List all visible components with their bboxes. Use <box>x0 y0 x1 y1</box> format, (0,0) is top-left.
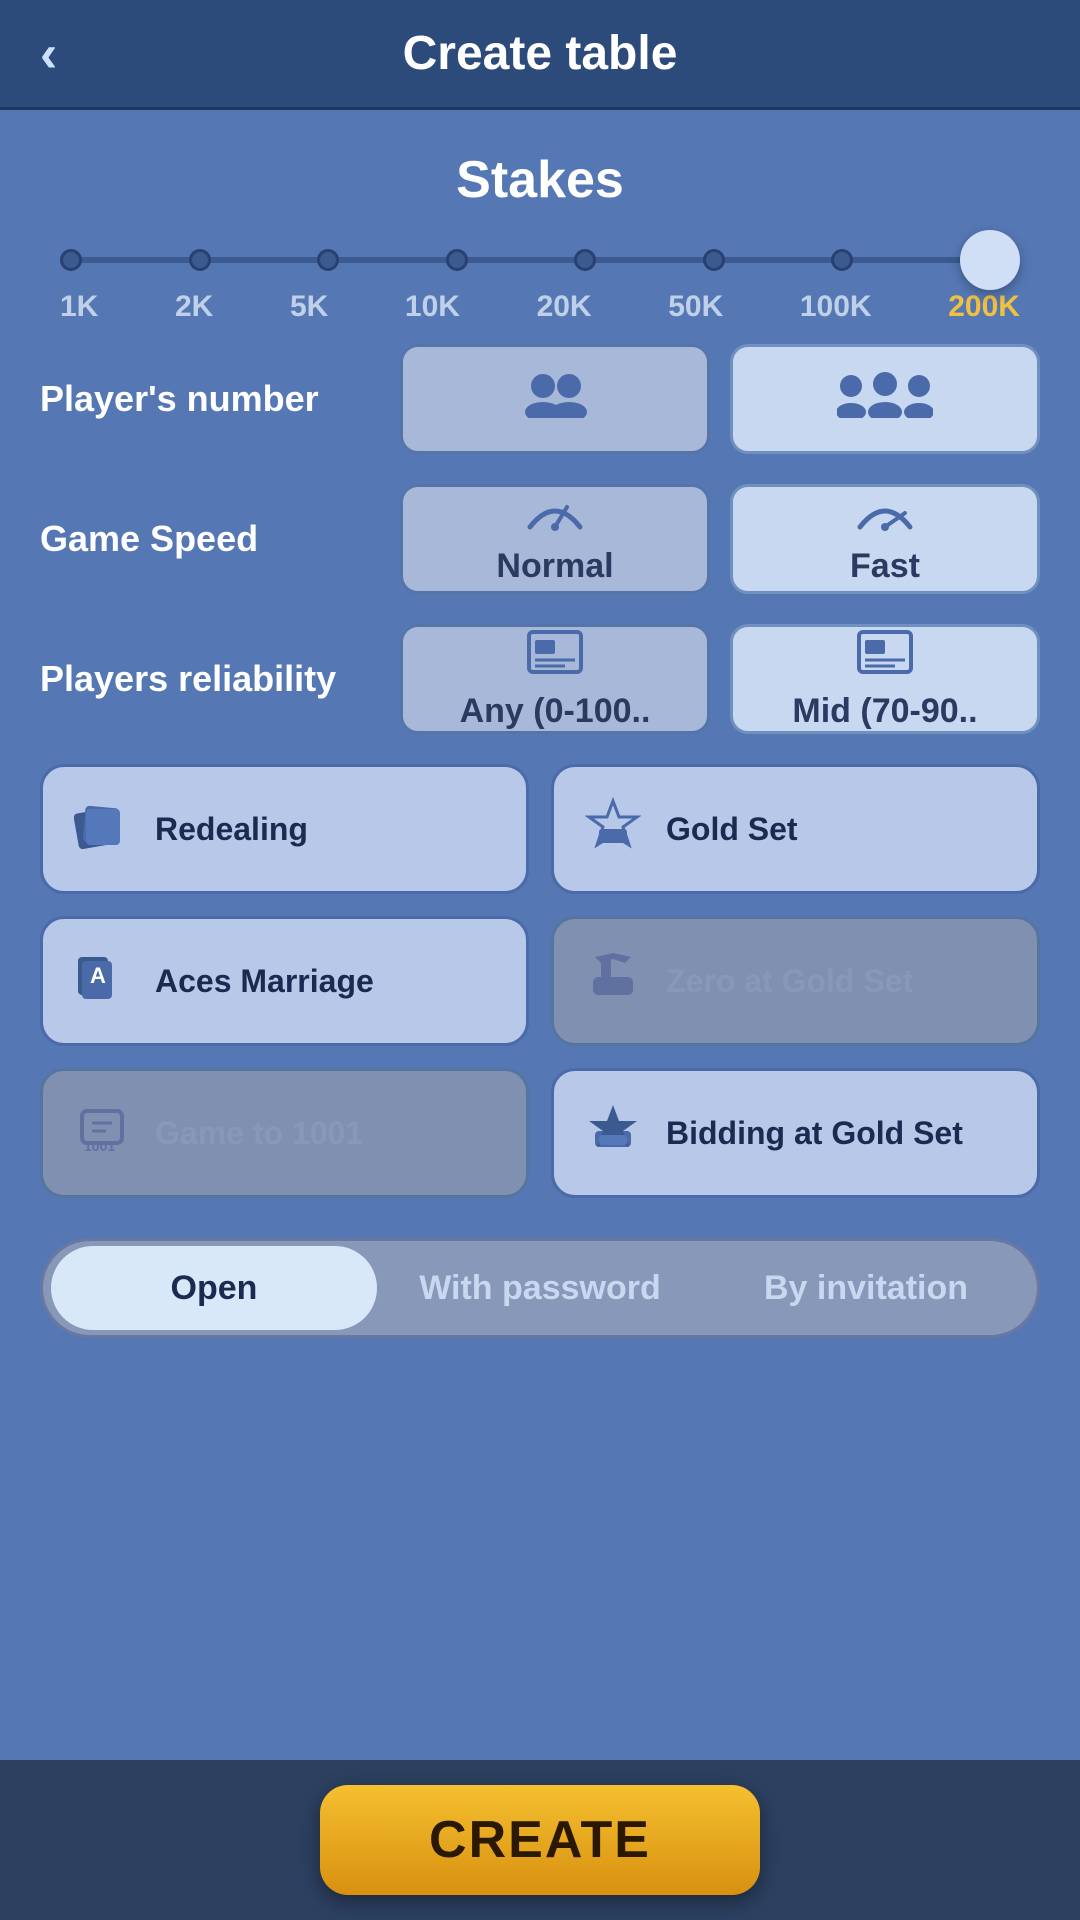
with-password-option[interactable]: With password <box>377 1246 703 1330</box>
slider-dot-2k[interactable] <box>189 249 211 271</box>
create-button[interactable]: CREATE <box>320 1785 760 1895</box>
header: ‹ Create table <box>0 0 1080 110</box>
game-speed-label: Game Speed <box>40 518 400 560</box>
open-label: Open <box>171 1269 258 1308</box>
slider-dot-10k[interactable] <box>446 249 468 271</box>
slider-label-10k: 10K <box>405 290 460 324</box>
normal-speed-icon <box>525 493 585 541</box>
stakes-title: Stakes <box>40 150 1040 210</box>
players-number-label: Player's number <box>40 378 400 420</box>
players-reliability-options: Any (0-100.. Mid (70-90.. <box>400 624 1040 734</box>
slider-dot-100k[interactable] <box>831 249 853 271</box>
two-players-icon <box>519 370 591 428</box>
slider-label-20k: 20K <box>537 290 592 324</box>
slider-label-100k: 100K <box>800 290 872 324</box>
any-reliability-label: Any (0-100.. <box>460 692 651 731</box>
game-to-1001-toggle[interactable]: 1001 Game to 1001 <box>40 1068 529 1198</box>
by-invitation-label: By invitation <box>764 1269 968 1308</box>
gold-set-icon <box>578 797 648 862</box>
bidding-icon <box>578 1101 648 1166</box>
slider-label-1k: 1K <box>60 290 98 324</box>
cards-icon <box>67 797 137 862</box>
players-number-options <box>400 344 1040 454</box>
two-players-button[interactable] <box>400 344 710 454</box>
redealing-toggle[interactable]: Redealing <box>40 764 529 894</box>
redealing-label: Redealing <box>155 810 308 848</box>
bidding-at-gold-set-toggle[interactable]: Bidding at Gold Set <box>551 1068 1040 1198</box>
normal-speed-label: Normal <box>496 547 613 586</box>
1001-icon: 1001 <box>67 1101 137 1166</box>
stakes-section: Stakes 1K 2K 5K 10K 20K 50K 100K 200K <box>40 150 1040 334</box>
slider-dot-200k[interactable] <box>960 230 1020 290</box>
slider-dot-20k[interactable] <box>574 249 596 271</box>
mid-reliability-icon <box>855 628 915 686</box>
slider-dot-50k[interactable] <box>703 249 725 271</box>
gold-set-label: Gold Set <box>666 810 798 848</box>
bidding-at-gold-set-label: Bidding at Gold Set <box>666 1114 963 1152</box>
zero-at-gold-set-toggle[interactable]: Zero at Gold Set <box>551 916 1040 1046</box>
zero-at-gold-set-label: Zero at Gold Set <box>666 962 913 1000</box>
stakes-slider[interactable]: 1K 2K 5K 10K 20K 50K 100K 200K <box>40 240 1040 334</box>
mid-reliability-label: Mid (70-90.. <box>792 692 977 731</box>
aces-marriage-label: Aces Marriage <box>155 962 374 1000</box>
svg-text:A: A <box>90 963 106 988</box>
main-content: Stakes 1K 2K 5K 10K 20K 50K 100K 200K Player's … <box>0 110 1080 1760</box>
aces-icon: A <box>67 949 137 1014</box>
slider-label-5k: 5K <box>290 290 328 324</box>
visibility-selector: Open With password By invitation <box>40 1238 1040 1338</box>
fast-speed-icon <box>855 493 915 541</box>
game-to-1001-label: Game to 1001 <box>155 1114 363 1152</box>
toggles-grid: Redealing Gold Set A Aces Marriage <box>40 764 1040 1198</box>
three-players-button[interactable] <box>730 344 1040 454</box>
normal-speed-button[interactable]: Normal <box>400 484 710 594</box>
footer: CREATE <box>0 1760 1080 1920</box>
with-password-label: With password <box>419 1269 661 1308</box>
open-visibility-option[interactable]: Open <box>51 1246 377 1330</box>
slider-dot-1k[interactable] <box>60 249 82 271</box>
zero-icon <box>578 949 648 1014</box>
slider-label-50k: 50K <box>668 290 723 324</box>
players-reliability-row: Players reliability Any (0-100.. <box>40 624 1040 734</box>
any-reliability-icon <box>525 628 585 686</box>
game-speed-options: Normal Fast <box>400 484 1040 594</box>
slider-label-200k: 200K <box>948 290 1020 324</box>
back-button[interactable]: ‹ <box>40 24 57 84</box>
fast-speed-label: Fast <box>850 547 920 586</box>
aces-marriage-toggle[interactable]: A Aces Marriage <box>40 916 529 1046</box>
any-reliability-button[interactable]: Any (0-100.. <box>400 624 710 734</box>
page-title: Create table <box>403 26 678 81</box>
slider-label-2k: 2K <box>175 290 213 324</box>
three-players-icon <box>837 370 933 428</box>
players-reliability-label: Players reliability <box>40 658 400 700</box>
fast-speed-button[interactable]: Fast <box>730 484 1040 594</box>
by-invitation-option[interactable]: By invitation <box>703 1246 1029 1330</box>
mid-reliability-button[interactable]: Mid (70-90.. <box>730 624 1040 734</box>
game-speed-row: Game Speed Normal <box>40 484 1040 594</box>
slider-dot-5k[interactable] <box>317 249 339 271</box>
svg-text:1001: 1001 <box>84 1138 115 1153</box>
players-number-row: Player's number <box>40 344 1040 454</box>
gold-set-toggle[interactable]: Gold Set <box>551 764 1040 894</box>
